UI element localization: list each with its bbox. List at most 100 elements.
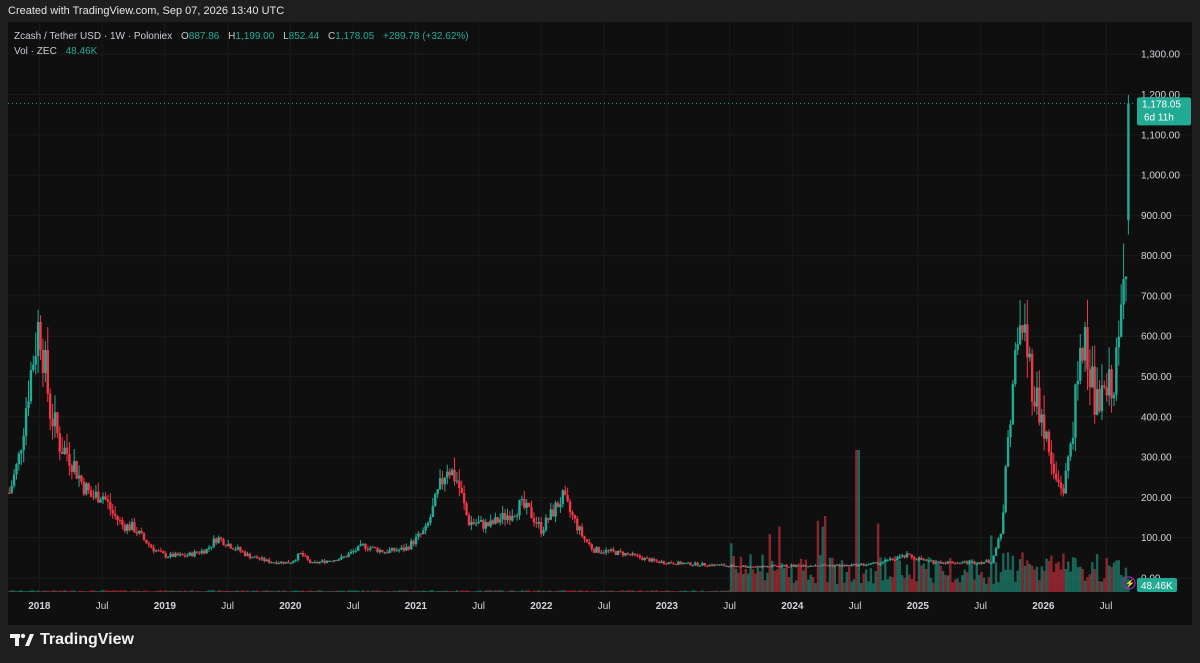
candle-body[interactable] — [852, 563, 856, 565]
candle-body[interactable] — [205, 549, 208, 554]
candle-body[interactable] — [583, 536, 586, 540]
candle-body[interactable] — [304, 555, 307, 557]
candle-body[interactable] — [467, 515, 471, 526]
candle-body[interactable] — [455, 480, 459, 482]
candle-body[interactable] — [32, 364, 35, 371]
candle-body[interactable] — [215, 538, 218, 543]
candle-body[interactable] — [1117, 336, 1120, 348]
candle-body[interactable] — [330, 560, 333, 562]
candle-body[interactable] — [956, 562, 959, 564]
candle-body[interactable] — [990, 563, 993, 565]
candle-body[interactable] — [778, 566, 781, 568]
candle-body[interactable] — [1081, 348, 1084, 361]
candle-body[interactable] — [963, 561, 966, 563]
candle-body[interactable] — [641, 557, 644, 560]
candle-body[interactable] — [953, 563, 957, 565]
candle-body[interactable] — [1030, 353, 1034, 402]
candle-body[interactable] — [869, 563, 873, 565]
candle-body[interactable] — [320, 560, 324, 562]
candle-body[interactable] — [896, 558, 899, 561]
candle-body[interactable] — [487, 522, 490, 527]
candle-body[interactable] — [840, 565, 844, 567]
candle-body[interactable] — [222, 539, 225, 546]
candle-body[interactable] — [1071, 437, 1075, 444]
candle-body[interactable] — [838, 564, 841, 567]
candle-body[interactable] — [381, 550, 384, 553]
candle-body[interactable] — [342, 556, 345, 558]
candle-body[interactable] — [361, 543, 365, 545]
candle-body[interactable] — [564, 490, 567, 496]
candle-body[interactable] — [595, 547, 598, 553]
candle-body[interactable] — [195, 551, 199, 553]
candle-body[interactable] — [296, 553, 300, 561]
candle-body[interactable] — [477, 521, 480, 524]
candle-body[interactable] — [1050, 452, 1053, 464]
candle-body[interactable] — [366, 549, 370, 551]
candle-body[interactable] — [994, 548, 998, 556]
candle-body[interactable] — [1035, 387, 1039, 407]
candle-body[interactable] — [1067, 456, 1070, 471]
candle-body[interactable] — [212, 538, 216, 547]
candle-body[interactable] — [46, 350, 49, 394]
candle-body[interactable] — [41, 349, 45, 374]
candle-body[interactable] — [1062, 488, 1065, 494]
candle-body[interactable] — [299, 552, 302, 554]
chart-pane[interactable]: 1,300.00 1,200.00 1,100.00 1,000.00 900.00 80… — [8, 22, 1192, 625]
candle-body[interactable] — [397, 549, 401, 551]
candle-body[interactable] — [92, 496, 95, 498]
candle-body[interactable] — [1093, 366, 1096, 415]
candle-body[interactable] — [22, 435, 25, 451]
candle-body[interactable] — [364, 543, 367, 550]
candle-body[interactable] — [1122, 279, 1125, 305]
candle-body[interactable] — [422, 530, 425, 535]
candle-body[interactable] — [465, 503, 468, 516]
candle-body[interactable] — [101, 496, 105, 500]
candle-body[interactable] — [260, 557, 264, 560]
candle-body[interactable] — [251, 557, 254, 559]
candle-body[interactable] — [1033, 401, 1036, 407]
candle-body[interactable] — [61, 451, 64, 454]
candle-body[interactable] — [561, 490, 565, 505]
candle-body[interactable] — [1119, 304, 1123, 337]
candle-body[interactable] — [239, 547, 242, 552]
candle-body[interactable] — [693, 562, 697, 565]
candle-body[interactable] — [655, 560, 658, 562]
candle-body[interactable] — [1016, 344, 1019, 351]
candle-body[interactable] — [190, 552, 194, 557]
candle-body[interactable] — [653, 558, 656, 561]
candle-body[interactable] — [104, 496, 107, 500]
candle-body[interactable] — [145, 539, 148, 544]
candle-body[interactable] — [970, 561, 974, 563]
candle-body[interactable] — [1110, 369, 1113, 399]
candle-body[interactable] — [588, 542, 591, 544]
candle-body[interactable] — [754, 566, 757, 568]
candle-body[interactable] — [70, 465, 74, 472]
candle-body[interactable] — [234, 549, 237, 551]
candle-body[interactable] — [1006, 437, 1010, 467]
candle-body[interactable] — [638, 555, 642, 558]
candle-body[interactable] — [672, 563, 675, 565]
candle-body[interactable] — [75, 461, 78, 479]
candle-body[interactable] — [1112, 394, 1116, 399]
candle-body[interactable] — [718, 564, 721, 566]
candle-body[interactable] — [169, 553, 172, 557]
candle-body[interactable] — [359, 544, 362, 546]
candle-body[interactable] — [725, 565, 728, 567]
candle-body[interactable] — [159, 550, 163, 552]
candle-body[interactable] — [323, 560, 326, 563]
candle-body[interactable] — [525, 502, 528, 508]
candle-body[interactable] — [1103, 385, 1106, 388]
candle-body[interactable] — [402, 547, 406, 551]
candle-body[interactable] — [287, 561, 290, 564]
candle-body[interactable] — [527, 502, 531, 508]
candle-body[interactable] — [893, 559, 897, 561]
candle-body[interactable] — [612, 549, 615, 552]
candle-body[interactable] — [604, 550, 608, 553]
candle-body[interactable] — [900, 555, 904, 557]
candle-body[interactable] — [429, 517, 432, 523]
candle-body[interactable] — [292, 561, 295, 564]
candle-body[interactable] — [665, 563, 668, 565]
candle-body[interactable] — [706, 565, 709, 567]
candle-body[interactable] — [207, 547, 211, 550]
candle-body[interactable] — [535, 522, 538, 524]
